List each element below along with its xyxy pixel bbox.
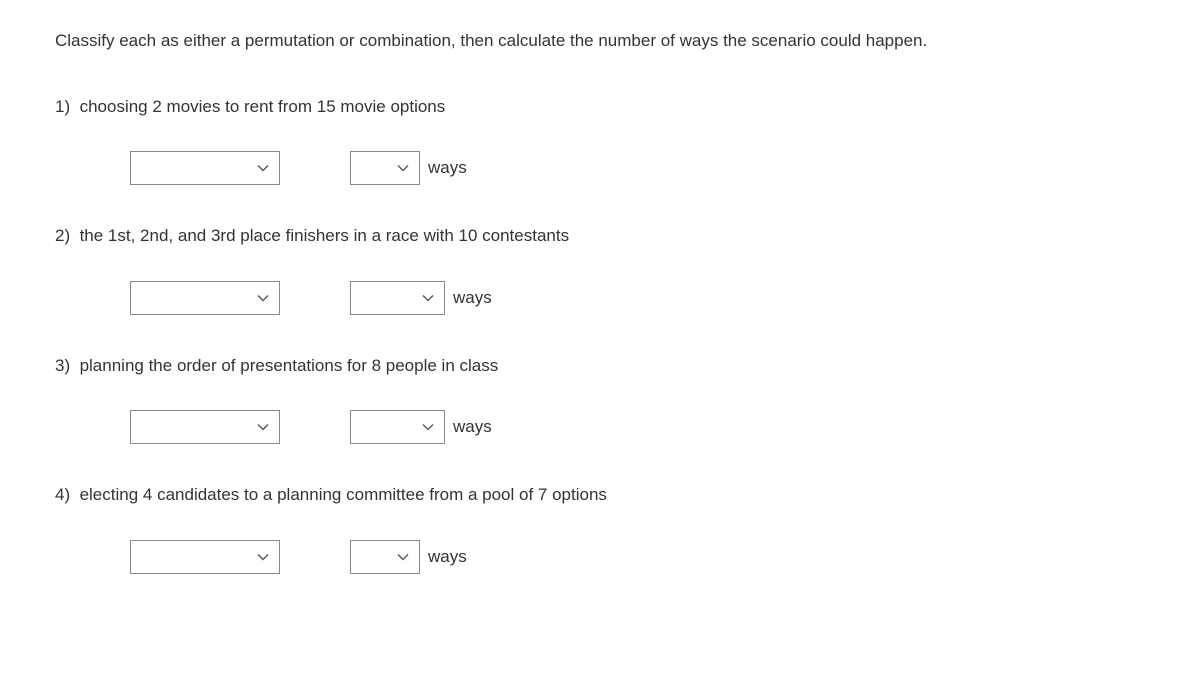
- question-3: 3) planning the order of presentations f…: [55, 353, 1145, 445]
- question-number: 3): [55, 356, 70, 375]
- question-2: 2) the 1st, 2nd, and 3rd place finishers…: [55, 223, 1145, 315]
- ways-label-2: ways: [453, 285, 492, 311]
- question-prompt: electing 4 candidates to a planning comm…: [80, 485, 607, 504]
- question-3-text: 3) planning the order of presentations f…: [55, 353, 1145, 379]
- question-4: 4) electing 4 candidates to a planning c…: [55, 482, 1145, 574]
- ways-select-4[interactable]: [350, 540, 420, 574]
- answer-row-3: ways: [55, 410, 1145, 444]
- chevron-down-icon: [257, 292, 269, 304]
- ways-label-3: ways: [453, 414, 492, 440]
- instruction-text: Classify each as either a permutation or…: [55, 28, 1145, 54]
- classification-select-4[interactable]: [130, 540, 280, 574]
- chevron-down-icon: [257, 162, 269, 174]
- chevron-down-icon: [397, 162, 409, 174]
- question-number: 4): [55, 485, 70, 504]
- answer-row-1: ways: [55, 151, 1145, 185]
- chevron-down-icon: [257, 551, 269, 563]
- chevron-down-icon: [422, 292, 434, 304]
- chevron-down-icon: [397, 551, 409, 563]
- answer-row-4: ways: [55, 540, 1145, 574]
- question-number: 1): [55, 97, 70, 116]
- ways-label-1: ways: [428, 155, 467, 181]
- chevron-down-icon: [257, 421, 269, 433]
- question-prompt: planning the order of presentations for …: [80, 356, 499, 375]
- question-prompt: the 1st, 2nd, and 3rd place finishers in…: [80, 226, 570, 245]
- ways-select-2[interactable]: [350, 281, 445, 315]
- classification-select-3[interactable]: [130, 410, 280, 444]
- ways-select-3[interactable]: [350, 410, 445, 444]
- classification-select-2[interactable]: [130, 281, 280, 315]
- question-prompt: choosing 2 movies to rent from 15 movie …: [80, 97, 446, 116]
- question-4-text: 4) electing 4 candidates to a planning c…: [55, 482, 1145, 508]
- ways-label-4: ways: [428, 544, 467, 570]
- question-2-text: 2) the 1st, 2nd, and 3rd place finishers…: [55, 223, 1145, 249]
- classification-select-1[interactable]: [130, 151, 280, 185]
- question-number: 2): [55, 226, 70, 245]
- question-1-text: 1) choosing 2 movies to rent from 15 mov…: [55, 94, 1145, 120]
- chevron-down-icon: [422, 421, 434, 433]
- answer-row-2: ways: [55, 281, 1145, 315]
- ways-select-1[interactable]: [350, 151, 420, 185]
- question-1: 1) choosing 2 movies to rent from 15 mov…: [55, 94, 1145, 186]
